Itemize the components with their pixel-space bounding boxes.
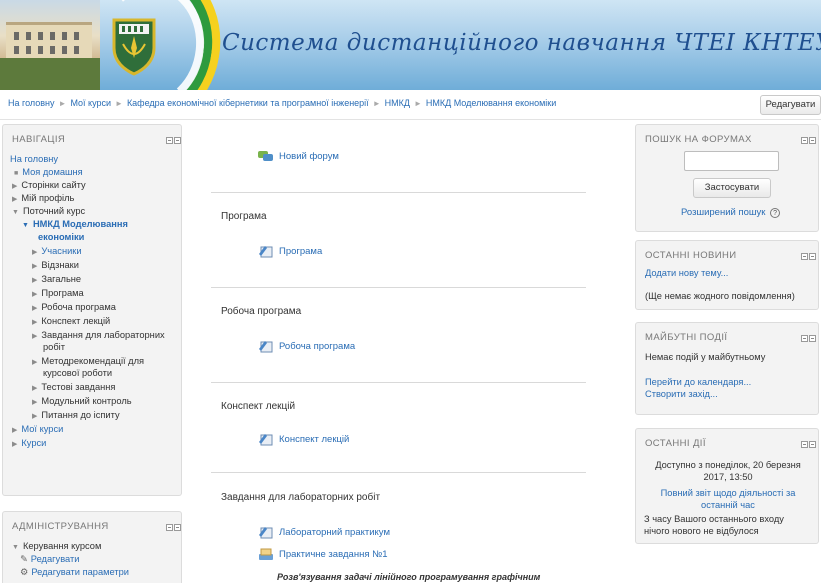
university-emblem xyxy=(112,18,156,76)
section-title-labs: Завдання для лабораторних робіт xyxy=(221,492,381,503)
page-icon xyxy=(258,526,274,539)
recent-since-text: Доступно з понеділок, 20 березня 2017, 1… xyxy=(655,460,801,482)
navbar: На головну ► Мої курси ► Кафедра економічної… xyxy=(0,90,821,120)
activity-lectures[interactable]: Конспект лекцій xyxy=(258,433,349,446)
latest-news-block: ОСТАННІ НОВИНИ Додати нову тему... (Ще н… xyxy=(635,240,819,310)
site-header: Система дистанційного навчання ЧТЕІ КНТЕ… xyxy=(0,0,821,90)
edit-button[interactable]: Редагувати xyxy=(760,95,821,115)
nav-tests[interactable]: Тестові завдання xyxy=(41,382,115,392)
recent-nothing-text: З часу Вашого останнього входу нічого но… xyxy=(644,514,784,536)
activity-lab-practicum[interactable]: Лабораторний практикум xyxy=(258,526,390,539)
activity-lectures-link[interactable]: Конспект лекцій xyxy=(279,434,349,445)
admin-edit-settings[interactable]: Редагувати параметри xyxy=(31,567,129,577)
create-event-link[interactable]: Створити захід... xyxy=(645,389,718,399)
navigation-block: НАВІГАЦІЯ На головну ■ Моя домашня ▶ Сторі… xyxy=(2,124,182,496)
activity-program[interactable]: Програма xyxy=(258,245,322,258)
block-controls[interactable] xyxy=(800,440,816,448)
recent-activity-block: ОСТАННІ ДІЇ Доступно з понеділок, 20 бер… xyxy=(635,428,819,544)
forum-icon xyxy=(258,150,274,163)
nav-current-course[interactable]: Поточний курс xyxy=(23,206,85,216)
block-controls[interactable] xyxy=(800,136,816,144)
nav-program[interactable]: Програма xyxy=(41,288,83,298)
forum-search-input[interactable] xyxy=(684,151,779,171)
admin-course-management[interactable]: Керування курсом xyxy=(23,541,101,551)
nav-my-profile[interactable]: Мій профіль xyxy=(21,193,74,203)
nav-participants[interactable]: Учасники xyxy=(41,246,81,256)
nav-work-program[interactable]: Робоча програма xyxy=(41,302,116,312)
nav-exam-questions[interactable]: Питання до іспиту xyxy=(41,410,119,420)
news-title: ОСТАННІ НОВИНИ xyxy=(645,250,737,261)
new-forum-link[interactable]: Новий форум xyxy=(279,151,339,162)
calendar-link[interactable]: Перейти до календаря... xyxy=(645,377,751,387)
block-controls[interactable] xyxy=(165,136,181,144)
administration-title: АДМІНІСТРУВАННЯ xyxy=(12,521,109,532)
breadcrumb-home[interactable]: На головну xyxy=(8,98,55,108)
new-forum-activity[interactable]: Новий форум xyxy=(258,150,339,163)
nav-courses[interactable]: Курси xyxy=(21,438,46,448)
activity-program-link[interactable]: Програма xyxy=(279,246,322,257)
nav-method[interactable]: Методрекомендації для xyxy=(41,356,144,366)
block-controls[interactable] xyxy=(800,252,816,260)
activity-practical-task-1[interactable]: Практичне завдання №1 xyxy=(258,548,388,561)
activity-practical-task-1-link[interactable]: Практичне завдання №1 xyxy=(279,549,388,560)
pencil-icon: ✎ xyxy=(20,554,28,564)
block-controls[interactable] xyxy=(165,523,181,531)
news-empty-text: (Ще немає жодного повідомлення) xyxy=(645,291,795,301)
breadcrumb-department[interactable]: Кафедра економічної кібернетики та прогр… xyxy=(127,98,369,108)
forum-search-title: ПОШУК НА ФОРУМАХ xyxy=(645,134,752,145)
page-icon xyxy=(258,245,274,258)
nav-labs-2[interactable]: робіт xyxy=(43,342,65,352)
help-icon[interactable]: ? xyxy=(770,208,781,218)
full-report-link[interactable]: Повний звіт щодо діяльності за останній … xyxy=(644,487,812,511)
gear-icon: ⚙ xyxy=(20,567,29,577)
breadcrumb-course[interactable]: НМКД Моделювання економіки xyxy=(426,98,556,108)
admin-edit[interactable]: Редагувати xyxy=(31,554,80,564)
assignment-icon xyxy=(258,548,274,561)
nav-course-name-2[interactable]: економіки xyxy=(38,232,84,242)
forum-search-block: ПОШУК НА ФОРУМАХ Застосувати Розширений … xyxy=(635,124,819,232)
section-note: Розв'язування задачі лінійного програмув… xyxy=(277,572,541,582)
nav-home[interactable]: На головну xyxy=(10,154,58,164)
activity-work-program[interactable]: Робоча програма xyxy=(258,340,355,353)
upcoming-title: МАЙБУТНІ ПОДІЇ xyxy=(645,332,728,343)
activity-work-program-link[interactable]: Робоча програма xyxy=(279,341,355,352)
site-title: Система дистанційного навчання ЧТЕІ КНТЕ… xyxy=(222,30,821,56)
nav-lectures[interactable]: Конспект лекцій xyxy=(41,316,110,326)
nav-method-2[interactable]: курсової роботи xyxy=(43,368,112,378)
no-events-text: Немає подій у майбутньому xyxy=(645,352,766,362)
nav-module-control[interactable]: Модульний контроль xyxy=(41,396,131,406)
nav-my-home[interactable]: Моя домашня xyxy=(22,167,82,177)
nav-site-pages[interactable]: Сторінки сайту xyxy=(21,180,85,190)
upcoming-events-block: МАЙБУТНІ ПОДІЇ Немає подій у майбутньому… xyxy=(635,322,819,415)
section-title-lectures: Конспект лекцій xyxy=(221,401,296,412)
add-topic-link[interactable]: Додати нову тему... xyxy=(645,268,728,278)
section-title-program: Програма xyxy=(221,211,267,222)
breadcrumb-my-courses[interactable]: Мої курси xyxy=(70,98,111,108)
nav-course-name[interactable]: НМКД Моделювання xyxy=(33,219,128,229)
page-icon xyxy=(258,433,274,446)
nav-my-courses[interactable]: Мої курси xyxy=(21,424,63,434)
nav-general[interactable]: Загальне xyxy=(41,274,81,284)
apply-button[interactable]: Застосувати xyxy=(693,178,771,198)
nav-badges[interactable]: Відзнаки xyxy=(41,260,79,270)
section-title-work-program: Робоча програма xyxy=(221,306,302,317)
navigation-title: НАВІГАЦІЯ xyxy=(12,134,66,145)
recent-title: ОСТАННІ ДІЇ xyxy=(645,438,706,449)
administration-block: АДМІНІСТРУВАННЯ ▼ Керування курсом ✎ Редаг… xyxy=(2,511,182,583)
nav-labs[interactable]: Завдання для лабораторних xyxy=(41,330,164,340)
page-icon xyxy=(258,340,274,353)
breadcrumb-nmkd[interactable]: НМКД xyxy=(385,98,410,108)
advanced-search-link[interactable]: Розширений пошук xyxy=(681,207,765,218)
breadcrumb: На головну ► Мої курси ► Кафедра економічної… xyxy=(8,98,557,108)
activity-lab-practicum-link[interactable]: Лабораторний практикум xyxy=(279,527,390,538)
block-controls[interactable] xyxy=(800,334,816,342)
